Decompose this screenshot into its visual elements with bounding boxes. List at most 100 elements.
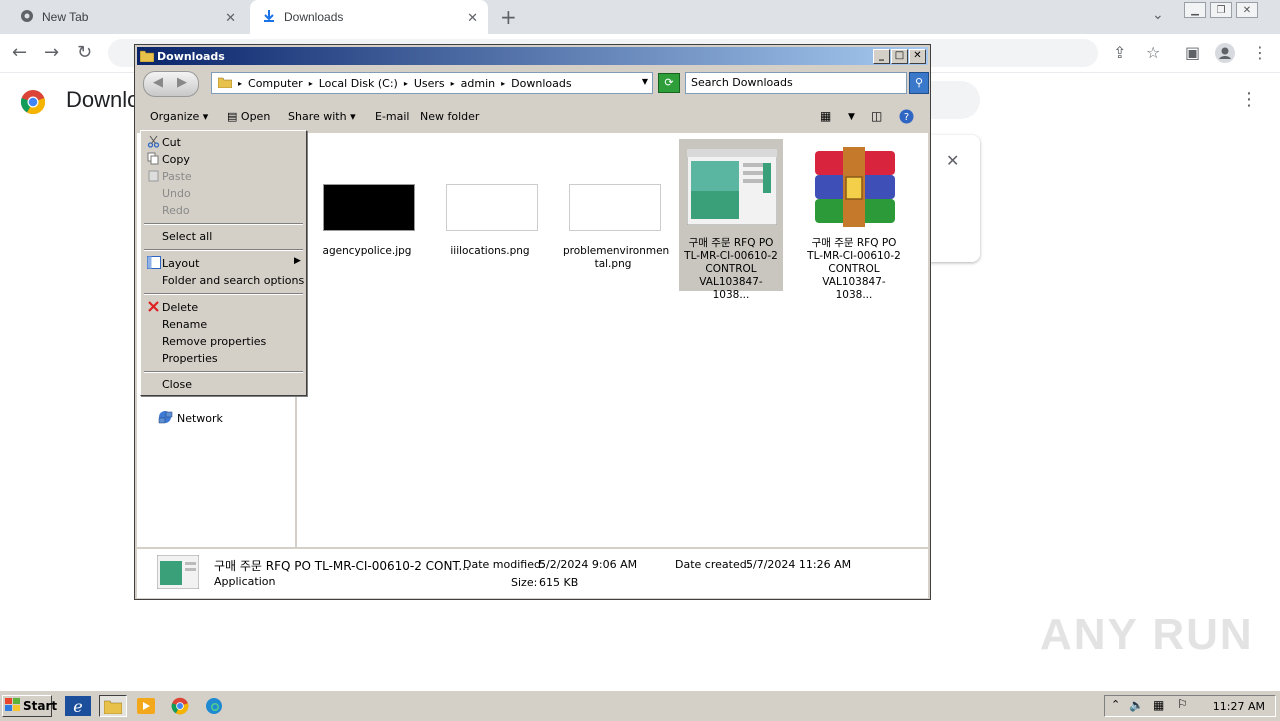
chevron-right-icon[interactable]: ▸ [501, 79, 505, 88]
explorer-taskbar-icon[interactable] [99, 695, 127, 717]
tab-strip: New Tab ✕ Downloads ✕ + ⌄ ▁ ❐ ✕ [0, 0, 1280, 34]
menu-item-folder-options[interactable]: Folder and search options [162, 274, 304, 287]
chrome-taskbar-icon[interactable] [166, 695, 194, 717]
layout-icon [147, 256, 161, 272]
folder-icon [139, 49, 155, 65]
chevron-down-icon[interactable]: ▼ [848, 112, 855, 122]
chevron-right-icon[interactable]: ▸ [238, 79, 242, 88]
close-tab-icon[interactable]: ✕ [225, 10, 236, 26]
breadcrumb-local-disk[interactable]: Local Disk (C:) [319, 77, 398, 90]
close-window-icon[interactable]: ✕ [1236, 2, 1258, 18]
close-tab-icon[interactable]: ✕ [467, 10, 478, 26]
svg-text:e: e [73, 697, 82, 716]
chevron-down-icon[interactable]: ⌄ [1152, 7, 1164, 23]
forward-arrow-icon[interactable]: ▶ [177, 75, 187, 90]
back-arrow-icon[interactable]: ← [12, 42, 27, 63]
file-name: agencypolice.jpg [322, 245, 412, 257]
tab-downloads[interactable]: Downloads ✕ [250, 0, 488, 34]
preview-pane-icon[interactable]: ◫ [871, 109, 882, 123]
new-folder-button[interactable]: New folder [420, 110, 479, 123]
breadcrumb-downloads[interactable]: Downloads [511, 77, 571, 90]
search-icon[interactable]: ⚲ [909, 72, 929, 94]
file-name: iiilocations.png [450, 245, 530, 257]
minimize-icon[interactable]: ▁ [1184, 2, 1206, 18]
open-button[interactable]: ▤ Open [227, 110, 270, 123]
start-button[interactable]: Start [2, 695, 57, 717]
help-icon[interactable]: ? [899, 109, 914, 127]
details-file-name: 구매 주문 RFQ PO TL-MR-CI-00610-2 CONT... [214, 559, 470, 573]
close-icon[interactable]: ✕ [909, 49, 926, 64]
tab-label: New Tab [42, 10, 89, 24]
media-player-icon[interactable] [132, 695, 160, 717]
action-center-flag-icon[interactable]: ⚐ [1177, 697, 1188, 711]
forward-arrow-icon[interactable]: → [44, 42, 59, 63]
chrome-logo-icon [20, 89, 46, 118]
minimize-icon[interactable]: _ [873, 49, 890, 64]
card-close-icon[interactable]: ✕ [946, 151, 959, 170]
menu-item-remove-properties[interactable]: Remove properties [162, 335, 266, 348]
side-panel-icon[interactable]: ▣ [1185, 43, 1200, 62]
internet-explorer-icon[interactable]: e [64, 695, 92, 717]
back-arrow-icon[interactable]: ◀ [153, 75, 163, 90]
download-icon [262, 9, 276, 26]
breadcrumb[interactable]: ▸ Computer ▸ Local Disk (C:) ▸ Users ▸ a… [211, 72, 653, 94]
new-tab-plus-icon[interactable]: + [500, 5, 517, 29]
file-item[interactable]: agencypolice.jpg [315, 139, 419, 291]
email-button[interactable]: E-mail [375, 110, 410, 123]
restore-icon[interactable]: ❐ [1210, 2, 1232, 18]
menu-item-properties[interactable]: Properties [162, 352, 218, 365]
profile-avatar-icon[interactable] [1215, 43, 1235, 67]
file-item[interactable]: 구매 주문 RFQ PO TL-MR-CI-00610-2 CONTROL VA… [802, 139, 906, 301]
menu-item-redo: Redo [162, 204, 190, 217]
application-icon [156, 554, 200, 592]
scissors-icon [147, 135, 160, 151]
edge-icon[interactable] [200, 695, 228, 717]
menu-item-select-all[interactable]: Select all [162, 230, 212, 243]
page-kebab-icon[interactable]: ⋮ [1240, 89, 1258, 110]
chevron-right-icon[interactable]: ▸ [451, 79, 455, 88]
reload-icon[interactable]: ↻ [77, 42, 92, 63]
nav-item-network[interactable]: Network [157, 409, 223, 428]
show-hidden-icons-icon[interactable]: ⌃ [1111, 698, 1120, 711]
command-bar: Organize ▾ ▤ Open Share with ▾ E-mail Ne… [137, 103, 928, 131]
maximize-icon[interactable]: □ [891, 49, 908, 64]
menu-item-layout[interactable]: Layout [162, 257, 199, 270]
tab-new-tab[interactable]: New Tab ✕ [8, 0, 246, 34]
chevron-right-icon[interactable]: ▸ [309, 79, 313, 88]
menu-item-delete[interactable]: Delete [162, 301, 198, 314]
chrome-icon [20, 9, 34, 26]
organize-button[interactable]: Organize ▾ [150, 110, 208, 123]
nav-network-label: Network [177, 412, 223, 425]
breadcrumb-computer[interactable]: Computer [248, 77, 303, 90]
search-input[interactable]: Search Downloads [685, 72, 907, 94]
window-controls: ▁ ❐ ✕ [1184, 2, 1258, 18]
menu-item-copy[interactable]: Copy [162, 153, 190, 166]
share-with-label: Share with [288, 110, 347, 123]
network-tray-icon[interactable]: ▦ [1153, 698, 1164, 712]
view-options-icon[interactable]: ▦ [820, 109, 831, 123]
star-icon[interactable]: ☆ [1146, 43, 1160, 62]
clock[interactable]: 11:27 AM [1213, 700, 1265, 713]
breadcrumb-admin[interactable]: admin [461, 77, 495, 90]
file-item[interactable]: problemenvironmen tal.png [561, 139, 669, 291]
date-modified-label: Date modified: [463, 558, 545, 571]
menu-item-rename[interactable]: Rename [162, 318, 207, 331]
refresh-icon[interactable]: ⟳ [658, 73, 680, 93]
breadcrumb-users[interactable]: Users [414, 77, 445, 90]
share-with-button[interactable]: Share with ▾ [288, 110, 356, 123]
menu-separator [144, 371, 303, 373]
folder-icon [217, 76, 233, 91]
share-icon[interactable]: ⇪ [1113, 43, 1126, 62]
file-item-selected[interactable]: 구매 주문 RFQ PO TL-MR-CI-00610-2 CONTROL VA… [679, 139, 783, 301]
window-titlebar[interactable]: Downloads _ □ ✕ [137, 47, 928, 65]
copy-icon [147, 152, 160, 168]
volume-icon[interactable]: 🔈 [1129, 698, 1144, 712]
kebab-menu-icon[interactable]: ⋮ [1252, 43, 1268, 62]
menu-item-cut[interactable]: Cut [162, 136, 181, 149]
chevron-right-icon[interactable]: ▸ [404, 79, 408, 88]
file-item[interactable]: iiilocations.png [438, 139, 542, 291]
menu-item-close[interactable]: Close [162, 378, 192, 391]
back-forward-buttons[interactable]: ◀ ▶ [143, 71, 199, 97]
paste-icon [147, 169, 160, 185]
chevron-down-icon[interactable]: ▼ [642, 77, 648, 86]
